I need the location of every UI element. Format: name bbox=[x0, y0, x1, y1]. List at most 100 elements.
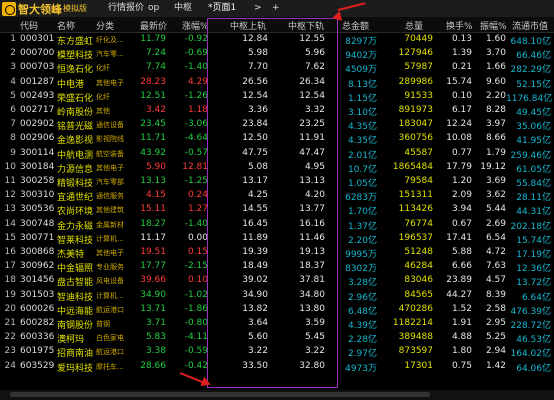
change-percent: -3.06 bbox=[184, 119, 208, 130]
total-amount: 4.39亿 bbox=[347, 321, 377, 331]
tab-quotes[interactable]: 行情报价 bbox=[104, 0, 148, 17]
table-row[interactable]: 2 000700 模塑科技 汽车零... 7.24 -0.69 5.98 5.96 9402万 1… bbox=[0, 47, 554, 61]
amplitude: 5.44 bbox=[485, 204, 506, 215]
table-row[interactable]: 23 601975 招商南油 航运港口 3.38 -0.59 3.22 3.22 2.97亿 87… bbox=[0, 345, 554, 359]
stock-sector: 航运港口 bbox=[96, 348, 124, 357]
table-row[interactable]: 20 600026 中远海能 航运港口 13.71 -1.86 13.82 13.80 6.48… bbox=[0, 303, 554, 317]
stock-code: 301456 bbox=[20, 275, 55, 286]
stock-sector: 通信服务 bbox=[96, 192, 124, 201]
tab-op[interactable]: op bbox=[144, 0, 163, 17]
change-percent: -1.02 bbox=[184, 289, 208, 300]
amplitude: 3.70 bbox=[485, 48, 506, 59]
scrollbar-thumb[interactable] bbox=[10, 392, 430, 397]
tab-scroll-right[interactable]: > bbox=[250, 0, 266, 17]
table-row[interactable]: 6 002717 岭南股份 其他 3.42 1.18 3.36 3.32 3.10亿 891973… bbox=[0, 104, 554, 118]
stock-sector: 金属新材 bbox=[96, 220, 124, 229]
turnover-rate: 17.41 bbox=[446, 232, 472, 243]
tab-add[interactable]: + bbox=[268, 0, 284, 17]
turnover-rate: 1.39 bbox=[451, 48, 472, 59]
stock-code: 002493 bbox=[20, 90, 55, 101]
stock-sector: 影视院线 bbox=[96, 135, 124, 144]
float-market-cap: 15.74亿 bbox=[516, 235, 551, 246]
table-row[interactable]: 3 000703 恒逸石化 化纤 7.74 -1.40 7.70 7.62 4509万 57987… bbox=[0, 61, 554, 75]
table-row[interactable]: 5 002493 荣盛石化 化纤 12.51 -1.26 12.54 12.54 1.15亿 91… bbox=[0, 90, 554, 104]
table-row[interactable]: 9 300114 中航电测 航空装备 43.92 -0.57 47.75 47.47 2.01亿… bbox=[0, 147, 554, 161]
logo-icon bbox=[2, 1, 16, 16]
col-amount[interactable]: 总金额 bbox=[342, 19, 369, 32]
stock-name: 精锻科技 bbox=[57, 179, 94, 189]
table-row[interactable]: 4 001287 中电港 其他电子 28.23 4.29 26.56 26.34 8.13亿 28… bbox=[0, 76, 554, 90]
change-percent: 0.10 bbox=[187, 275, 208, 286]
total-volume: 470286 bbox=[398, 303, 433, 314]
col-mktcap[interactable]: 流通市值 bbox=[512, 19, 548, 32]
table-row[interactable]: 18 301456 盘古智能 风电设备 39.66 0.10 39.02 37.81 3.28亿… bbox=[0, 274, 554, 288]
stock-name: 智迪科技 bbox=[57, 292, 94, 303]
zhongshu-upper: 11.89 bbox=[242, 232, 268, 243]
latest-price: 18.27 bbox=[140, 218, 166, 229]
stock-code: 300114 bbox=[20, 147, 55, 158]
change-percent: -1.40 bbox=[184, 218, 208, 229]
tab-page1[interactable]: *页面1 bbox=[204, 0, 240, 17]
table-row[interactable]: 1 000301 东方盛虹 纤化及... 11.79 -0.92 12.84 12.55 829… bbox=[0, 33, 554, 47]
zhongshu-lower: 3.32 bbox=[304, 105, 325, 115]
latest-price: 17.77 bbox=[140, 261, 166, 272]
table-row[interactable]: 22 600336 澳柯玛 白色家电 5.83 -4.11 5.60 5.45 2.28亿 389… bbox=[0, 331, 554, 345]
row-index: 22 bbox=[4, 332, 16, 343]
table-row[interactable]: 8 002906 金逸影视 影视院线 11.71 -4.64 12.50 11.91 4.35亿… bbox=[0, 132, 554, 146]
stock-sector: 计算机... bbox=[96, 234, 124, 243]
col-amplitude[interactable]: 振幅% bbox=[480, 19, 507, 32]
stock-sector: 汽车零部 bbox=[96, 178, 124, 186]
zhongshu-lower: 5.45 bbox=[304, 332, 325, 343]
total-amount: 1.70亿 bbox=[347, 207, 377, 218]
amplitude: 4.57 bbox=[485, 275, 506, 286]
float-market-cap: 49.45亿 bbox=[516, 108, 551, 118]
table-row[interactable]: 12 300310 宜通世纪 通信服务 4.15 0.24 4.25 4.20 6283万 151… bbox=[0, 189, 554, 203]
table-row[interactable]: 24 603529 爱玛科技 摩托车... 28.66 -0.42 33.50 32.80 49… bbox=[0, 360, 554, 374]
turnover-rate: 1.20 bbox=[451, 176, 472, 186]
table-row[interactable]: 14 300748 金力永磁 金属新材 18.27 -1.40 16.45 16.16 1.37… bbox=[0, 218, 554, 232]
float-market-cap: 202.18亿 bbox=[510, 221, 552, 232]
col-sector[interactable]: 分类 bbox=[96, 19, 114, 32]
stock-sector: 其他电子 bbox=[96, 249, 124, 257]
table-row[interactable]: 13 300536 农尚环境 其他建筑 15.11 1.27 14.55 13.77 1.70亿… bbox=[0, 203, 554, 217]
stock-name: 宜通世纪 bbox=[57, 193, 94, 204]
float-market-cap: 41.95亿 bbox=[516, 136, 551, 147]
table-row[interactable]: 17 300962 中金辐照 专业服务 17.77 -2.15 18.49 18.37 8302… bbox=[0, 260, 554, 274]
table-row[interactable]: 21 600282 南钢股份 普钢 3.71 -0.80 3.64 3.59 4.39亿 1182… bbox=[0, 317, 554, 331]
zhongshu-lower: 47.47 bbox=[299, 147, 325, 158]
float-market-cap: 52.15亿 bbox=[516, 79, 551, 90]
col-upper[interactable]: 中枢上轨 bbox=[230, 19, 266, 32]
turnover-rate: 0.21 bbox=[451, 62, 472, 73]
latest-price: 39.66 bbox=[140, 275, 166, 286]
col-lower[interactable]: 中枢下轨 bbox=[288, 19, 324, 32]
zhongshu-upper: 5.08 bbox=[247, 161, 268, 172]
annotation-arrow-bottom-head bbox=[200, 376, 213, 390]
table-row[interactable]: 10 300184 力源信息 其他电子 5.90 12.81 5.08 4.95 10.7亿 18… bbox=[0, 161, 554, 175]
tab-zhongshu[interactable]: 中枢 bbox=[170, 0, 196, 17]
stock-sector: 白色家电 bbox=[96, 334, 124, 343]
change-percent: 0.15 bbox=[187, 247, 208, 257]
amplitude: 1.60 bbox=[485, 34, 506, 44]
total-volume: 84565 bbox=[404, 289, 433, 300]
zhongshu-upper: 12.54 bbox=[242, 90, 268, 101]
zhongshu-lower: 34.80 bbox=[299, 289, 325, 300]
amplitude: 7.63 bbox=[485, 261, 506, 272]
stock-code: 601975 bbox=[20, 346, 55, 357]
table-row[interactable]: 7 002902 铭普光磁 通信设备 23.45 -3.06 23.84 23.25 4.35亿… bbox=[0, 118, 554, 132]
col-change[interactable]: 涨幅% bbox=[182, 19, 209, 32]
stock-sector: 航运港口 bbox=[96, 305, 124, 314]
total-amount: 2.97亿 bbox=[347, 349, 377, 360]
table-row[interactable]: 11 300258 精锻科技 汽车零部 13.13 -1.25 13.17 13.13 1.05… bbox=[0, 175, 554, 189]
change-percent: -0.69 bbox=[184, 48, 208, 59]
change-percent: 12.81 bbox=[182, 161, 208, 172]
logo-subtitle: 模拟版 bbox=[63, 4, 87, 13]
table-row[interactable]: 16 300868 杰美特 其他电子 19.51 0.15 19.39 19.13 9995万 5… bbox=[0, 246, 554, 260]
col-turnover[interactable]: 换手% bbox=[446, 19, 473, 32]
table-row[interactable]: 19 301503 智迪科技 计算机... 34.90 -1.02 34.90 34.80 2.… bbox=[0, 289, 554, 303]
col-volume[interactable]: 总量 bbox=[405, 19, 423, 32]
col-price[interactable]: 最新价 bbox=[140, 19, 167, 32]
col-code[interactable]: 代码 bbox=[20, 19, 38, 32]
stock-name: 力源信息 bbox=[57, 164, 94, 175]
col-name[interactable]: 名称 bbox=[57, 19, 75, 32]
table-row[interactable]: 15 300771 智莱科技 计算机... 11.17 0.00 11.89 11.46 2.2… bbox=[0, 232, 554, 246]
